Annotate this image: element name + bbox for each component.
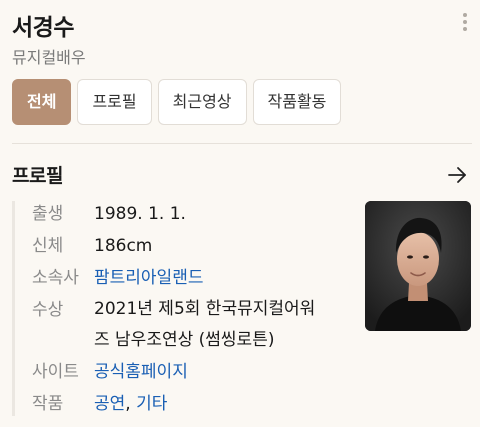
works-value: 공연, 기타 [94, 388, 167, 420]
birth-value: 1989. 1. 1. [94, 204, 186, 224]
section-divider [12, 143, 472, 144]
body-label: 신체 [32, 236, 64, 256]
info-row-agency: 소속사 팜트리아일랜드 [32, 262, 352, 294]
person-name: 서경수 [12, 15, 74, 41]
tab-all[interactable]: 전체 [12, 79, 72, 125]
tab-bar: 전체 프로필 최근영상 작품활동 [12, 79, 342, 125]
profile-photo-image [365, 201, 471, 331]
info-row-body: 신체 186cm [32, 230, 352, 262]
award-label: 수상 [32, 300, 64, 320]
info-row-award: 수상 2021년 제5회 한국뮤지컬어워 즈 남우조연상 (썸씽로튼) [32, 294, 352, 356]
more-dot [463, 27, 467, 31]
award-line-1: 2021년 제5회 한국뮤지컬어워 [94, 299, 316, 319]
agency-link[interactable]: 팜트리아일랜드 [94, 262, 203, 294]
works-link-performance[interactable]: 공연 [94, 394, 125, 414]
arrow-right-icon[interactable] [446, 164, 468, 186]
profile-header: 서경수 뮤지컬배우 [12, 6, 468, 67]
tab-profile[interactable]: 프로필 [77, 79, 152, 125]
profile-info-list: 출생 1989. 1. 1. 신체 186cm 소속사 팜트리아일랜드 수상 2… [32, 198, 352, 420]
info-row-site: 사이트 공식홈페이지 [32, 356, 352, 388]
info-row-birth: 출생 1989. 1. 1. [32, 198, 352, 230]
works-link-other[interactable]: 기타 [136, 394, 167, 414]
award-line-2: 즈 남우조연상 (썸씽로튼) [94, 330, 275, 350]
more-dot [463, 20, 467, 24]
award-value: 2021년 제5회 한국뮤지컬어워 즈 남우조연상 (썸씽로튼) [94, 294, 344, 356]
agency-label: 소속사 [32, 268, 79, 288]
tab-works[interactable]: 작품활동 [252, 79, 342, 125]
person-occupation: 뮤지컬배우 [12, 48, 86, 67]
info-side-bar [12, 201, 15, 416]
birth-label: 출생 [32, 204, 64, 224]
info-row-works: 작품 공연, 기타 [32, 388, 352, 420]
more-options-icon[interactable] [458, 12, 472, 32]
official-homepage-link[interactable]: 공식홈페이지 [94, 356, 188, 388]
works-label: 작품 [32, 394, 64, 414]
works-separator: , [125, 394, 137, 414]
tab-recent-videos[interactable]: 최근영상 [157, 79, 247, 125]
more-dot [463, 13, 467, 17]
profile-photo[interactable] [365, 201, 471, 331]
body-value: 186cm [94, 236, 153, 256]
section-title: 프로필 [12, 165, 63, 187]
site-label: 사이트 [32, 362, 79, 382]
